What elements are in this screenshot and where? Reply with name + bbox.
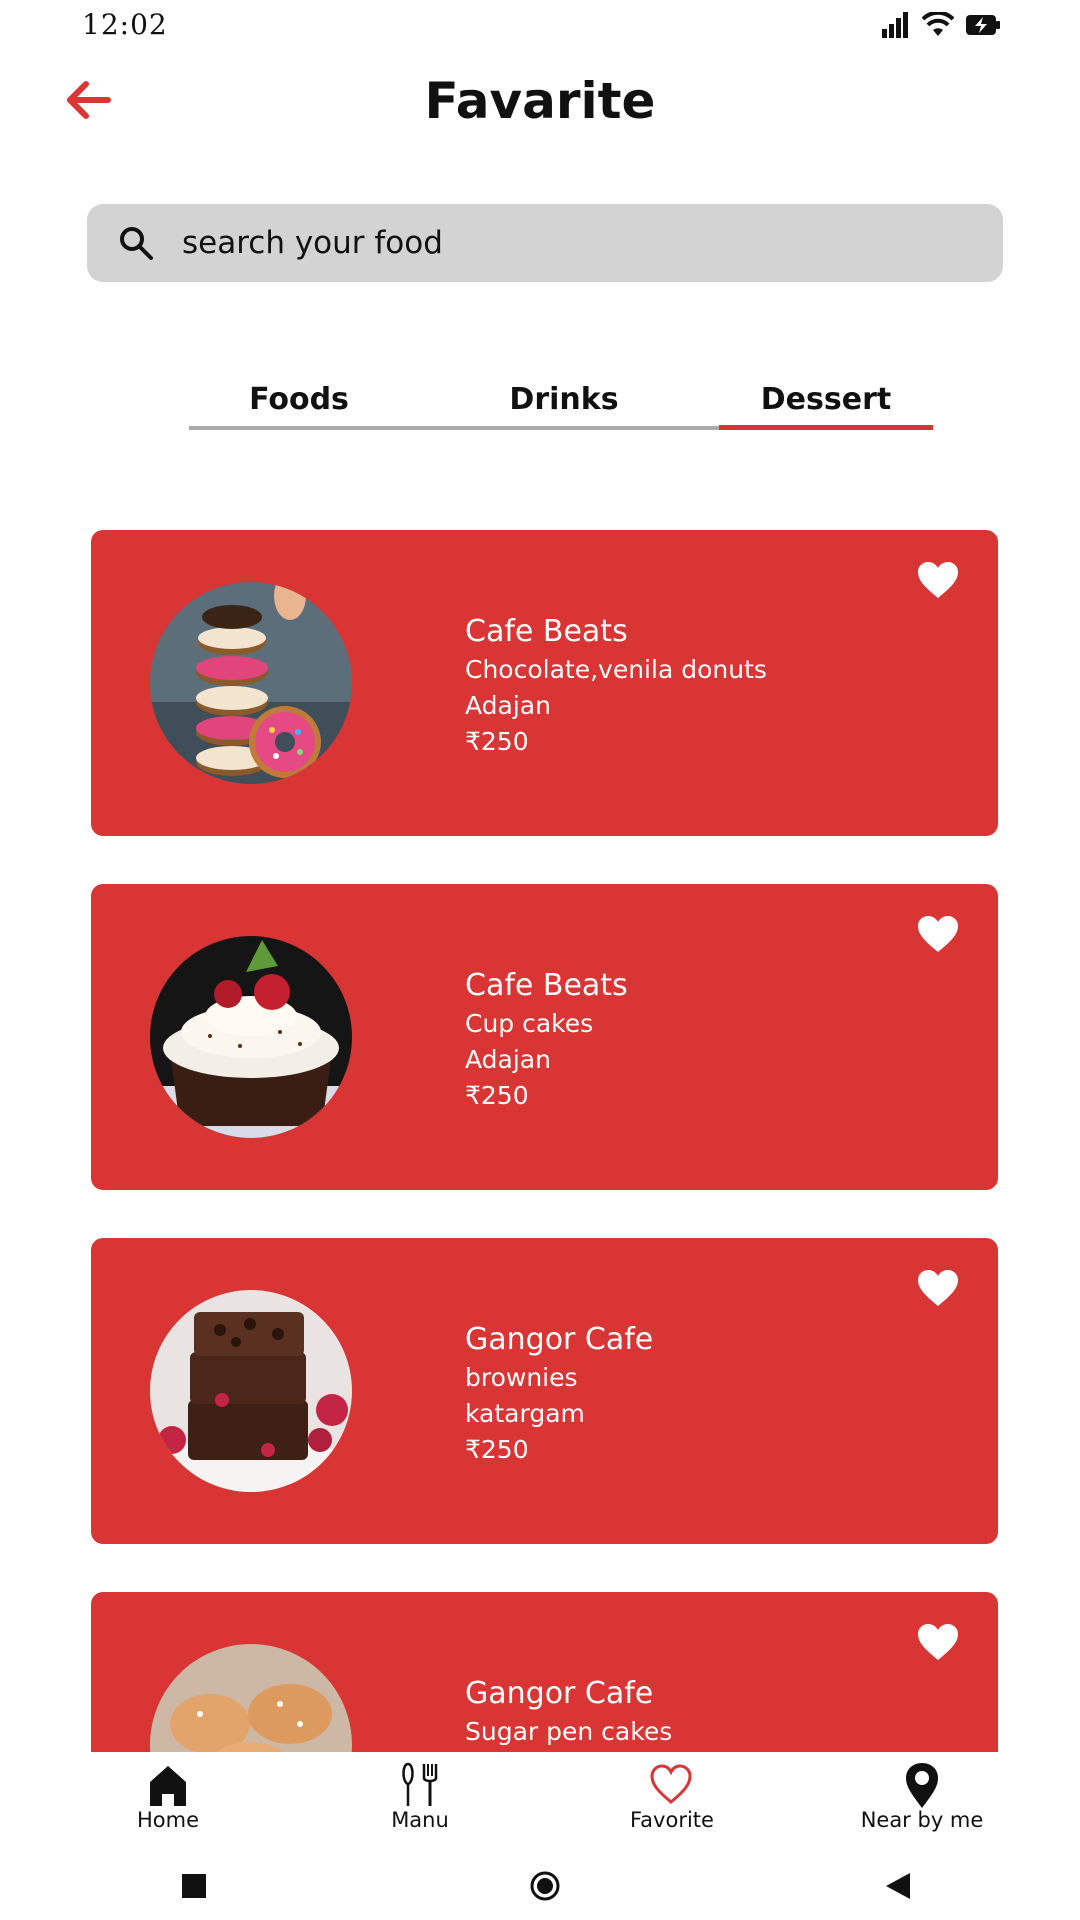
brownie-photo bbox=[150, 1290, 352, 1492]
search-input[interactable] bbox=[182, 204, 962, 282]
search-bar[interactable] bbox=[87, 204, 1003, 282]
food-item: Chocolate,venila donuts bbox=[465, 655, 767, 684]
food-item: brownies bbox=[465, 1363, 578, 1392]
favorite-card[interactable]: Gangor Cafe Sugar pen cakes bbox=[91, 1592, 998, 1752]
cafe-name: Cafe Beats bbox=[465, 614, 628, 649]
card-details: Cafe Beats Cup cakes Adajan ₹250 bbox=[465, 966, 628, 1114]
tab-underline-active bbox=[719, 425, 933, 430]
nav-item-home[interactable]: Home bbox=[68, 1752, 268, 1852]
status-icons bbox=[882, 12, 1000, 38]
favorite-card[interactable]: Cafe Beats Chocolate,venila donuts Adaja… bbox=[91, 530, 998, 836]
nav-label: Favorite bbox=[630, 1808, 714, 1832]
triangle-back-icon bbox=[886, 1873, 910, 1899]
wifi-icon bbox=[922, 12, 954, 36]
recents-button[interactable] bbox=[176, 1868, 212, 1904]
circle-icon bbox=[530, 1871, 560, 1901]
food-item: Sugar pen cakes bbox=[465, 1717, 673, 1746]
nav-label: Near by me bbox=[860, 1808, 984, 1832]
search-icon bbox=[120, 227, 153, 260]
home-system-button[interactable] bbox=[527, 1868, 563, 1904]
food-price: ₹250 bbox=[465, 727, 529, 756]
cafe-name: Gangor Cafe bbox=[465, 1676, 654, 1711]
fork-knife-icon bbox=[402, 1762, 438, 1806]
signal-icon bbox=[882, 12, 908, 38]
back-system-button[interactable] bbox=[880, 1868, 916, 1904]
tab-label: Foods bbox=[249, 382, 349, 417]
nav-item-favorite[interactable]: Favorite bbox=[572, 1752, 772, 1852]
card-details: Gangor Cafe brownies katargam ₹250 bbox=[465, 1320, 653, 1468]
nav-item-near-by-me[interactable]: Near by me bbox=[822, 1752, 1022, 1852]
cafe-location: Adajan bbox=[465, 1045, 551, 1074]
heart-icon bbox=[918, 916, 958, 952]
home-icon bbox=[150, 1766, 186, 1806]
header: Favarite bbox=[0, 60, 1080, 150]
favorite-card[interactable]: Gangor Cafe brownies katargam ₹250 bbox=[91, 1238, 998, 1544]
heart-icon bbox=[918, 1270, 958, 1306]
favorites-list[interactable]: Cafe Beats Chocolate,venila donuts Adaja… bbox=[0, 530, 1080, 1752]
tab-drinks[interactable]: Drinks bbox=[409, 382, 719, 430]
tab-foods[interactable]: Foods bbox=[189, 382, 409, 430]
food-price: ₹250 bbox=[465, 1435, 529, 1464]
category-tabs: Foods Drinks Dessert bbox=[189, 382, 933, 430]
battery-charging-icon bbox=[966, 15, 1000, 35]
square-icon bbox=[182, 1874, 206, 1898]
tab-underline bbox=[409, 426, 719, 430]
heart-outline-icon bbox=[650, 1764, 692, 1804]
card-details: Gangor Cafe Sugar pen cakes bbox=[465, 1674, 672, 1750]
status-bar: 12:02 bbox=[0, 0, 1080, 50]
page-title: Favarite bbox=[424, 72, 656, 130]
heart-icon bbox=[918, 1624, 958, 1660]
sugar-cakes-photo bbox=[150, 1644, 352, 1752]
favorite-toggle-button[interactable] bbox=[916, 560, 960, 600]
donuts-photo bbox=[150, 582, 352, 784]
favorite-card[interactable]: Cafe Beats Cup cakes Adajan ₹250 bbox=[91, 884, 998, 1190]
favorite-toggle-button[interactable] bbox=[916, 1622, 960, 1662]
tab-dessert[interactable]: Dessert bbox=[719, 382, 933, 430]
food-item: Cup cakes bbox=[465, 1009, 594, 1038]
cafe-location: katargam bbox=[465, 1399, 585, 1428]
food-price: ₹250 bbox=[465, 1081, 529, 1110]
cafe-name: Cafe Beats bbox=[465, 968, 628, 1003]
cafe-name: Gangor Cafe bbox=[465, 1322, 654, 1357]
tab-label: Drinks bbox=[509, 382, 619, 417]
tab-label: Dessert bbox=[760, 382, 892, 417]
tab-underline bbox=[189, 426, 409, 430]
card-details: Cafe Beats Chocolate,venila donuts Adaja… bbox=[465, 612, 767, 760]
favorite-toggle-button[interactable] bbox=[916, 914, 960, 954]
cupcake-photo bbox=[150, 936, 352, 1138]
cafe-location: Adajan bbox=[465, 691, 551, 720]
status-time: 12:02 bbox=[82, 8, 168, 41]
nav-label: Manu bbox=[391, 1808, 449, 1832]
location-pin-icon bbox=[906, 1763, 938, 1808]
favorite-toggle-button[interactable] bbox=[916, 1268, 960, 1308]
nav-item-menu[interactable]: Manu bbox=[320, 1752, 520, 1852]
system-navigation-bar bbox=[0, 1852, 1080, 1920]
bottom-navigation: Home Manu Favorite Near by me bbox=[0, 1752, 1080, 1852]
heart-icon bbox=[918, 562, 958, 598]
nav-label: Home bbox=[136, 1808, 199, 1832]
